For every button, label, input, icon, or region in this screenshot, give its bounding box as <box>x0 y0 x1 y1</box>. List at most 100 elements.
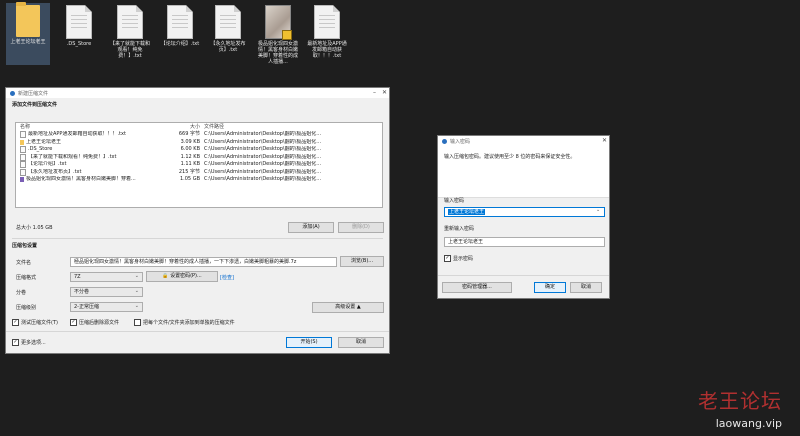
file-name: .DS_Store <box>28 146 53 152</box>
compress-window: 新建压缩文件 – ✕ 添加文件到压缩文件 名称 大小 文件路径 最新地址及APP… <box>5 87 390 354</box>
text-file-icon <box>215 5 241 39</box>
file-path: C:\Users\Administrator\Desktop\翻的\极品姐化..… <box>204 168 322 175</box>
file-name: 上老王论坛老王 <box>26 138 62 145</box>
file-name: 【永久地址发布页】.txt <box>28 168 82 175</box>
lock-icon <box>282 30 292 40</box>
file-row[interactable]: 极品姐化现四女激情！黑客身材白嫩美脚！穿着... 1.05 GB C:\Users\… <box>16 176 382 184</box>
desktop-icon-label: 【永久地址发布页】.txt <box>210 41 246 53</box>
desktop-icon-label: 上老王论坛老王 <box>10 39 46 45</box>
text-file-icon <box>20 168 26 176</box>
more-options-checkbox[interactable]: ✓ 更多选项... <box>12 339 46 346</box>
file-path: C:\Users\Administrator\Desktop\翻的\极品姐化..… <box>204 138 322 145</box>
close-icon[interactable]: ✕ <box>382 89 387 96</box>
browse-button[interactable]: 浏览(B)... <box>340 256 384 267</box>
file-size: 1.12 KB <box>180 153 200 160</box>
file-size: 669 字节 <box>178 131 200 137</box>
file-name: 【来了就能下载和观看！纯免费！】.txt <box>28 153 117 160</box>
level-select[interactable]: 2-正常压缩 <box>70 302 143 312</box>
filename-label: 文件名 <box>16 260 32 266</box>
confirm-password-input[interactable]: 上老王论坛老王 <box>444 237 605 247</box>
set-password-button[interactable]: 🔒 设置密码(P)... <box>146 271 218 282</box>
checkbox-unchecked <box>134 319 141 326</box>
text-file-icon <box>66 5 92 39</box>
desktop-icon[interactable]: 【论坛介绍】.txt <box>158 3 202 65</box>
format-select[interactable]: 7Z <box>70 272 143 282</box>
file-size: 6.00 KB <box>180 146 200 152</box>
file-path: C:\Users\Administrator\Desktop\翻的\极品姐化..… <box>204 176 322 182</box>
advanced-button[interactable]: 高级设置 ▲ <box>312 302 384 313</box>
password-dialog: 输入密码 ✕ 输入压缩包密码。建议使用至少 8 位的密码来保证安全性。 输入密码… <box>437 135 610 299</box>
split-select[interactable]: 不分卷 <box>70 287 143 297</box>
total-size: 总大小 1.05 GB <box>16 225 53 231</box>
split-label: 分卷 <box>16 290 27 296</box>
app-icon <box>10 90 15 96</box>
remove-button[interactable]: 删除(D) <box>338 222 384 233</box>
file-name: 【论坛介绍】.txt <box>28 161 67 167</box>
dropdown-icon[interactable]: ⌄ <box>596 207 600 213</box>
folder-icon <box>16 2 40 37</box>
window-title: 新建压缩文件 <box>18 90 49 97</box>
desktop-icon[interactable]: 【来了就能下载和观看！纯免费！】.txt <box>108 3 152 65</box>
test-archive-checkbox[interactable]: ✓ 测试压缩文件(T) <box>12 319 58 326</box>
desktop-icon[interactable]: 最新地址及APP通发邮箱自动获取！！！.txt <box>305 3 349 65</box>
file-list[interactable]: 名称 大小 文件路径 最新地址及APP通发邮箱自动获取！！！.txt 669 字节… <box>15 122 383 208</box>
format-label: 压缩格式 <box>16 275 37 281</box>
password-input[interactable]: 上老王论坛老王 <box>444 207 605 217</box>
add-button[interactable]: 添加(A) <box>288 222 334 233</box>
close-icon[interactable]: ✕ <box>602 137 607 144</box>
dialog-cancel-button[interactable]: 取消 <box>570 282 602 293</box>
show-password-checkbox[interactable]: ✓ 显示密码 <box>444 255 473 262</box>
text-file-icon <box>314 5 340 39</box>
desktop-icon-label: 极品姐化现四女激情！黑客身材白嫩美脚！穿着性的成人插播... <box>257 41 298 65</box>
col-name[interactable]: 名称 <box>16 123 162 131</box>
set-password-label: 设置密码(P)... <box>170 273 202 279</box>
confirm-password-label: 重新输入密码 <box>444 226 475 232</box>
desktop-icon[interactable]: 极品姐化现四女激情！黑客身材白嫩美脚！穿着性的成人插播... <box>256 3 300 65</box>
password-manager-button[interactable]: 密码管理器... <box>442 282 512 293</box>
file-row[interactable]: 最新地址及APP通发邮箱自动获取！！！.txt 669 字节 C:\Users\Ad… <box>16 131 382 139</box>
checkbox-checked: ✓ <box>12 339 19 346</box>
desktop-icon-label: 【来了就能下载和观看！纯免费！】.txt <box>109 41 150 59</box>
minimize-icon[interactable]: – <box>373 89 376 96</box>
text-file-icon <box>20 153 26 161</box>
filename-input[interactable]: 極品姐化现四女激情！黑客身材白嫩美脚！穿着性的成人插播，一下下渗透，白嫩美脚粗暴… <box>70 257 337 267</box>
text-file-icon <box>167 5 193 39</box>
watermark-logo: 老王论坛 <box>698 389 782 413</box>
checkbox-checked: ✓ <box>70 319 77 326</box>
desktop-icon-label: 【论坛介绍】.txt <box>160 41 200 47</box>
file-path: C:\Users\Administrator\Desktop\翻的\极品姐化..… <box>204 153 322 160</box>
separate-archive-checkbox[interactable]: 把每个文件/文件夹添加到单独的压缩文件 <box>134 319 235 326</box>
file-row[interactable]: 【论坛介绍】.txt 1.11 KB C:\Users\Administrator\… <box>16 161 382 169</box>
ok-button[interactable]: 确定 <box>534 282 566 293</box>
file-name: 最新地址及APP通发邮箱自动获取！！！.txt <box>28 131 126 137</box>
desktop-icon[interactable]: 上老王论坛老王 <box>6 2 50 65</box>
lock-icon: 🔒 <box>162 273 169 279</box>
text-file-icon <box>117 5 143 39</box>
detect-link[interactable]: [检查] <box>220 274 234 281</box>
cancel-button[interactable]: 取消 <box>338 337 384 348</box>
image-thumbnail-icon <box>265 5 292 40</box>
image-file-icon <box>20 177 24 183</box>
file-name: 极品姐化现四女激情！黑客身材白嫩美脚！穿着... <box>26 176 136 182</box>
file-size: 1.05 GB <box>179 176 200 182</box>
file-row[interactable]: 【来了就能下载和观看！纯免费！】.txt 1.12 KB C:\Users\Admi… <box>16 154 382 162</box>
delete-source-checkbox[interactable]: ✓ 压缩后删除源文件 <box>70 319 119 326</box>
file-row[interactable]: 上老王论坛老王 3.09 KB C:\Users\Administrator\Des… <box>16 139 382 147</box>
desktop-icon-label: .DS_Store <box>66 41 92 47</box>
dialog-titlebar: 输入密码 ✕ <box>438 136 609 146</box>
file-row[interactable]: .DS_Store 6.00 KB C:\Users\Administrator\D… <box>16 146 382 154</box>
text-file-icon <box>20 161 26 169</box>
desktop-icon[interactable]: 【永久地址发布页】.txt <box>206 3 250 65</box>
watermark-url: laowang.vip <box>715 417 782 430</box>
desktop-icon[interactable]: .DS_Store <box>57 3 101 65</box>
col-size[interactable]: 大小 <box>162 123 204 131</box>
section-add-files: 添加文件到压缩文件 <box>12 102 58 108</box>
col-path[interactable]: 文件路径 <box>204 123 354 131</box>
dialog-title: 输入密码 <box>450 138 471 145</box>
start-button[interactable]: 开始(S) <box>286 337 332 348</box>
checkbox-checked: ✓ <box>444 255 451 262</box>
file-row[interactable]: 【永久地址发布页】.txt 215 字节 C:\Users\Administrato… <box>16 169 382 177</box>
app-icon <box>442 138 447 144</box>
file-path: C:\Users\Administrator\Desktop\翻的\极品姐化..… <box>204 161 322 167</box>
file-list-header: 名称 大小 文件路径 <box>16 123 382 131</box>
